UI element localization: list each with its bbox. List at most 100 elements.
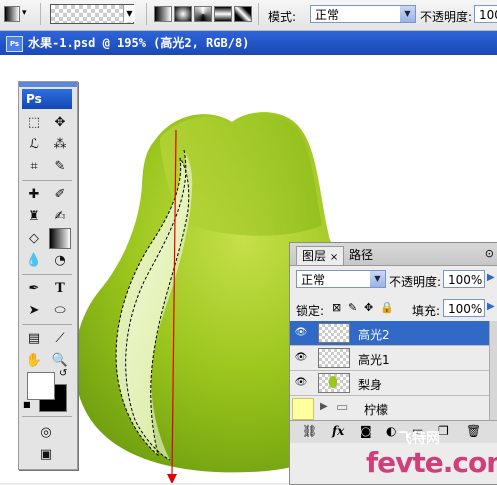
- layer-name: 高光1: [358, 353, 390, 367]
- layer-row-pear-body[interactable]: 👁 梨身: [290, 371, 489, 396]
- swap-colors-icon[interactable]: ↺: [59, 368, 67, 379]
- separator: [40, 3, 41, 25]
- angle-gradient-icon[interactable]: [194, 6, 212, 22]
- lock-position-icon[interactable]: ✥: [364, 301, 373, 314]
- watermark-label: 飞特网: [398, 431, 440, 447]
- type-icon[interactable]: T: [49, 278, 71, 299]
- notes-icon[interactable]: ▤: [23, 328, 45, 349]
- lock-image-icon[interactable]: ✎: [348, 301, 357, 314]
- lasso-icon[interactable]: ℒ: [23, 134, 45, 155]
- magic-wand-icon[interactable]: ⁂: [49, 134, 71, 155]
- opacity-value: 100: [479, 8, 497, 22]
- mode-select[interactable]: 正常 ▼: [310, 5, 416, 23]
- gradient-icon[interactable]: [49, 228, 71, 249]
- layer-thumbnail: [318, 373, 350, 393]
- layer-opacity-label: 不透明度:: [389, 275, 442, 289]
- layers-panel-tabs: 图层 × 路径 ⊙: [290, 243, 497, 266]
- tab-layers-label: 图层: [302, 249, 327, 263]
- rect-marquee-icon[interactable]: ⬚: [23, 112, 45, 133]
- layer-row-highlight1[interactable]: 👁 高光1: [290, 346, 489, 371]
- layers-panel-footer: ⛓ fx ◙ ◐ ▭ ❐ 🗑: [290, 420, 497, 443]
- eyedropper-icon[interactable]: ⟋: [49, 328, 71, 349]
- fill-value: 100%: [448, 302, 483, 316]
- eye-icon[interactable]: 👁: [294, 351, 308, 365]
- layer-row-highlight2[interactable]: 👁 高光2: [290, 321, 489, 346]
- gradient-preview[interactable]: [50, 4, 134, 24]
- opacity-input[interactable]: 100: [474, 5, 497, 23]
- layer-thumbnail: [318, 348, 350, 368]
- opacity-arrow-icon[interactable]: ▶: [487, 272, 495, 283]
- layer-name: 高光2: [358, 328, 390, 342]
- separator: [22, 180, 72, 181]
- panel-menu-icon[interactable]: ⊙: [485, 247, 494, 260]
- layer-opacity-value: 100%: [448, 273, 483, 287]
- layer-opacity-input[interactable]: 100%: [443, 270, 485, 288]
- layer-group-lemon[interactable]: ▶ ▭ 柠檬: [290, 396, 489, 421]
- expand-arrow-icon[interactable]: ▶: [320, 401, 328, 412]
- fx-icon[interactable]: fx: [332, 424, 344, 438]
- quick-mask-icon[interactable]: ◎: [35, 422, 57, 443]
- visibility-toggle[interactable]: [292, 398, 314, 420]
- dodge-icon[interactable]: ◔: [49, 250, 71, 271]
- layer-thumbnail: [318, 323, 350, 343]
- fill-input[interactable]: 100%: [443, 299, 485, 317]
- mode-value: 正常: [315, 8, 340, 22]
- gradient-arrow-icon: [167, 474, 177, 483]
- linear-gradient-icon[interactable]: [154, 6, 172, 22]
- mode-label: 模式:: [268, 10, 297, 24]
- chevron-down-icon: ▼: [400, 6, 415, 22]
- gradient-tool-icon[interactable]: [4, 6, 20, 22]
- toolbox-logo[interactable]: Ps: [22, 89, 72, 109]
- healing-brush-icon[interactable]: ✚: [23, 184, 45, 205]
- path-select-icon[interactable]: ➤: [23, 300, 45, 321]
- gradient-picker-dropdown-icon[interactable]: ▼: [123, 5, 135, 22]
- fill-label: 填充:: [412, 304, 441, 318]
- document-title-bar: Ps 水果-1.psd @ 195% (高光2, RGB/8): [0, 31, 497, 55]
- pear-thumb-icon: [329, 376, 337, 388]
- adjustment-icon[interactable]: ◐: [386, 424, 396, 438]
- eye-icon[interactable]: 👁: [294, 326, 308, 340]
- eye-icon[interactable]: 👁: [294, 376, 308, 390]
- fill-arrow-icon[interactable]: ▶: [487, 301, 495, 312]
- hand-icon[interactable]: ✋: [23, 350, 45, 371]
- tab-paths[interactable]: 路径: [344, 246, 378, 265]
- close-icon[interactable]: ×: [330, 252, 338, 263]
- lock-all-icon[interactable]: 🔒: [380, 301, 394, 314]
- default-colors-icon[interactable]: ■: [23, 400, 31, 409]
- slice-icon[interactable]: ✎: [49, 156, 71, 177]
- lock-transparent-icon[interactable]: ⊠: [332, 301, 341, 314]
- reflected-gradient-icon[interactable]: [214, 6, 232, 22]
- trash-icon[interactable]: 🗑: [466, 424, 481, 438]
- opacity-label: 不透明度:: [420, 10, 473, 24]
- screen-mode-icon[interactable]: ▣: [35, 444, 57, 465]
- tool-preset-dropdown-icon[interactable]: ▾: [22, 8, 27, 18]
- blur-icon[interactable]: 💧: [23, 250, 45, 271]
- tab-paths-label: 路径: [349, 248, 374, 262]
- toolbox-grip[interactable]: [19, 82, 77, 87]
- foreground-color-swatch[interactable]: [27, 372, 55, 400]
- radial-gradient-icon[interactable]: [174, 6, 192, 22]
- document-title: 水果-1.psd @ 195% (高光2, RGB/8): [28, 36, 250, 50]
- pen-icon[interactable]: ✒: [23, 278, 45, 299]
- folder-icon: ▭: [336, 400, 349, 415]
- separator: [22, 324, 72, 325]
- group-name: 柠檬: [364, 403, 389, 417]
- separator: [22, 416, 72, 417]
- ellipse-icon[interactable]: ⬭: [49, 300, 71, 321]
- crop-icon[interactable]: ⌗: [23, 156, 45, 177]
- separator: [258, 3, 259, 25]
- clone-stamp-icon[interactable]: ♜: [23, 206, 45, 227]
- eraser-icon[interactable]: ◇: [23, 228, 45, 249]
- separator: [22, 274, 72, 275]
- diamond-gradient-icon[interactable]: [234, 6, 252, 22]
- history-brush-icon[interactable]: ✍: [49, 206, 71, 227]
- mask-icon[interactable]: ◙: [360, 424, 372, 438]
- link-icon[interactable]: ⛓: [302, 424, 317, 438]
- layers-scrollbar[interactable]: [489, 321, 497, 420]
- blend-mode-select[interactable]: 正常 ▼: [296, 270, 386, 288]
- options-bar: ▾ ▼ 模式: 正常 ▼ 不透明度: 100: [0, 0, 497, 31]
- tab-layers[interactable]: 图层 ×: [296, 246, 345, 265]
- document-icon: Ps: [6, 36, 23, 52]
- brush-icon[interactable]: ✐: [49, 184, 71, 205]
- move-icon[interactable]: ✥: [49, 112, 71, 133]
